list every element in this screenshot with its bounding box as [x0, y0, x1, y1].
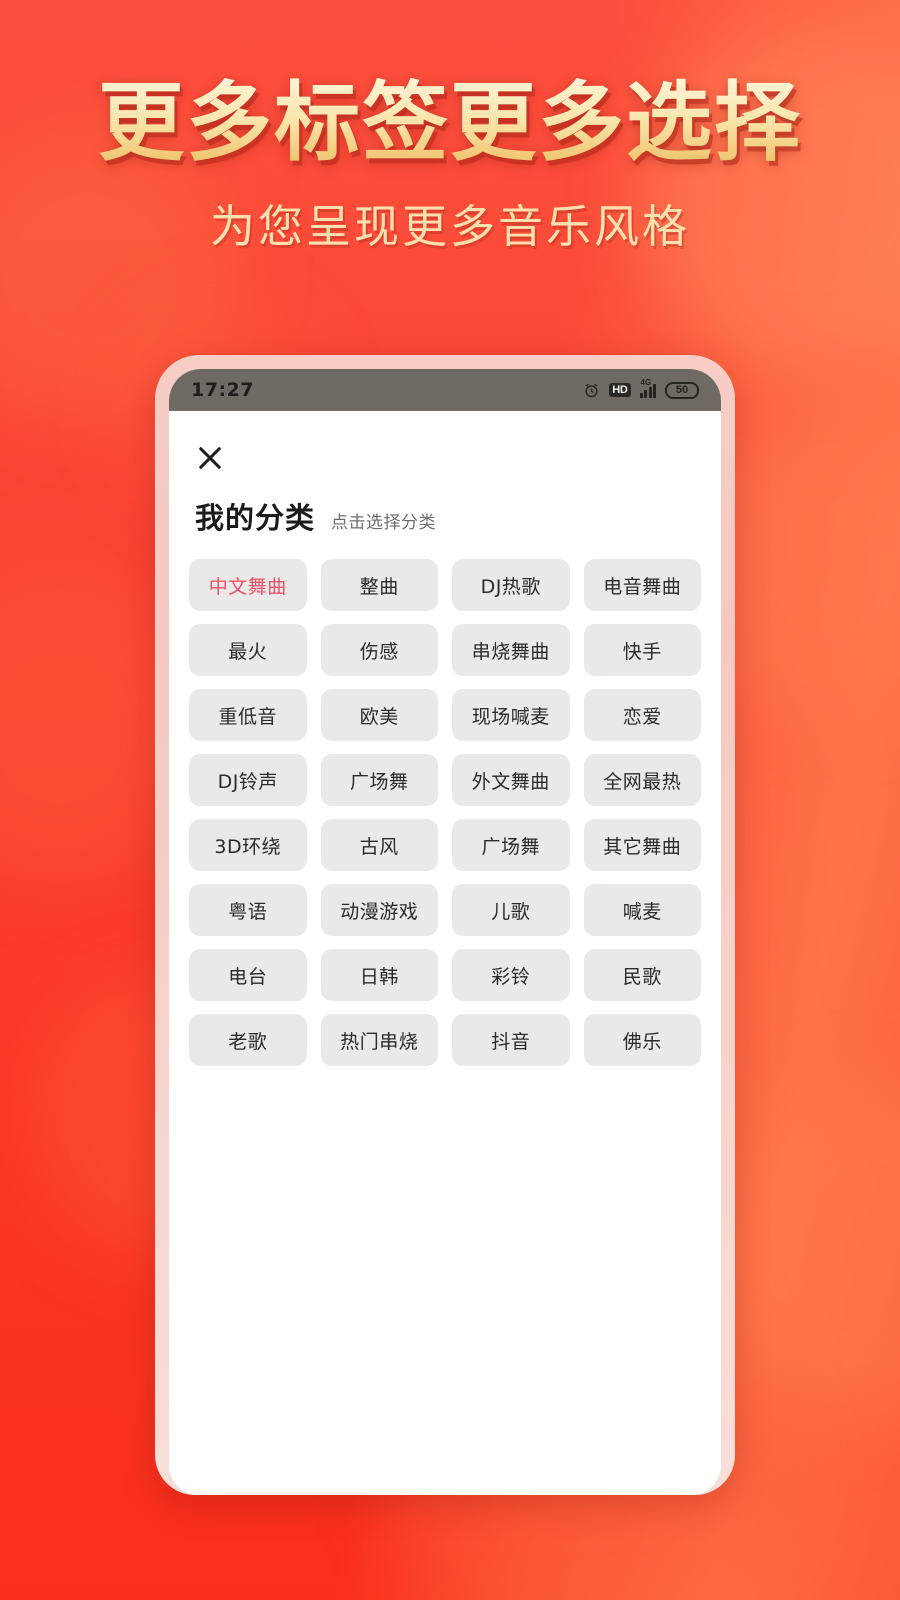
- page-subtitle: 点击选择分类: [331, 513, 437, 533]
- category-tag-23[interactable]: 喊麦: [583, 884, 701, 936]
- category-tag-3[interactable]: 电音舞曲: [583, 559, 701, 611]
- signal-strength-icon: 4G: [639, 378, 656, 398]
- category-tag-1[interactable]: 整曲: [320, 559, 438, 611]
- category-tag-29[interactable]: 热门串烧: [320, 1014, 438, 1066]
- category-tag-2[interactable]: DJ热歌: [452, 559, 570, 611]
- category-tag-26[interactable]: 彩铃: [452, 949, 570, 1001]
- category-tag-25[interactable]: 日韩: [320, 949, 438, 1001]
- page-title: 我的分类: [195, 501, 316, 535]
- category-tag-18[interactable]: 广场舞: [452, 819, 570, 871]
- hero-text-block: 更多标签更多选择 为您呈现更多音乐风格: [0, 77, 900, 255]
- promo-screenshot: 更多标签更多选择 为您呈现更多音乐风格 17:27 HD 4G 50 我的分类 …: [0, 0, 900, 1600]
- category-tag-0[interactable]: 中文舞曲: [189, 559, 307, 611]
- category-tag-12[interactable]: DJ铃声: [189, 754, 307, 806]
- alarm-clock-icon: [583, 382, 600, 399]
- hero-subtitle: 为您呈现更多音乐风格: [209, 200, 690, 254]
- category-tag-9[interactable]: 欧美: [320, 689, 438, 741]
- status-bar-time: 17:27: [191, 379, 254, 401]
- page-header: 我的分类 点击选择分类: [195, 495, 701, 537]
- status-bar: 17:27 HD 4G 50: [169, 369, 721, 411]
- category-tag-6[interactable]: 串烧舞曲: [452, 624, 570, 676]
- category-tag-13[interactable]: 广场舞: [320, 754, 438, 806]
- category-tag-31[interactable]: 佛乐: [583, 1014, 701, 1066]
- phone-screen: 17:27 HD 4G 50 我的分类 点击选择分类 中文舞曲 整曲 DJ热歌 …: [169, 369, 721, 1495]
- battery-icon: 50: [665, 381, 699, 399]
- category-tag-14[interactable]: 外文舞曲: [452, 754, 570, 806]
- category-tag-24[interactable]: 电台: [189, 949, 307, 1001]
- category-tag-19[interactable]: 其它舞曲: [583, 819, 701, 871]
- category-tag-8[interactable]: 重低音: [189, 689, 307, 741]
- category-tag-grid: 中文舞曲 整曲 DJ热歌 电音舞曲 最火 伤感 串烧舞曲 快手 重低音 欧美 现场喊麦 恋爱 DJ铃声广…: [189, 559, 701, 1066]
- category-tag-11[interactable]: 恋爱: [583, 689, 701, 741]
- category-tag-7[interactable]: 快手: [583, 624, 701, 676]
- hero-title: 更多标签更多选择: [0, 77, 900, 168]
- category-tag-15[interactable]: 全网最热: [583, 754, 701, 806]
- close-icon[interactable]: [195, 443, 225, 473]
- category-tag-27[interactable]: 民歌: [583, 949, 701, 1001]
- category-tag-30[interactable]: 抖音: [452, 1014, 570, 1066]
- category-tag-10[interactable]: 现场喊麦: [452, 689, 570, 741]
- category-tag-17[interactable]: 古风: [320, 819, 438, 871]
- category-tag-4[interactable]: 最火: [189, 624, 307, 676]
- category-tag-16[interactable]: 3D环绕: [189, 819, 307, 871]
- category-tag-5[interactable]: 伤感: [320, 624, 438, 676]
- phone-mockup-frame: 17:27 HD 4G 50 我的分类 点击选择分类 中文舞曲 整曲 DJ热歌 …: [155, 355, 735, 1495]
- category-tag-28[interactable]: 老歌: [189, 1014, 307, 1066]
- network-type-label: 4G: [640, 378, 652, 387]
- hd-icon: HD: [609, 382, 631, 398]
- category-tag-21[interactable]: 动漫游戏: [320, 884, 438, 936]
- status-bar-icons: HD 4G 50: [583, 378, 699, 399]
- app-content: 我的分类 点击选择分类 中文舞曲 整曲 DJ热歌 电音舞曲最火 伤感 串烧舞曲 快手重低音欧…: [169, 443, 721, 1495]
- category-tag-22[interactable]: 儿歌: [452, 884, 570, 936]
- category-tag-20[interactable]: 粤语: [189, 884, 307, 936]
